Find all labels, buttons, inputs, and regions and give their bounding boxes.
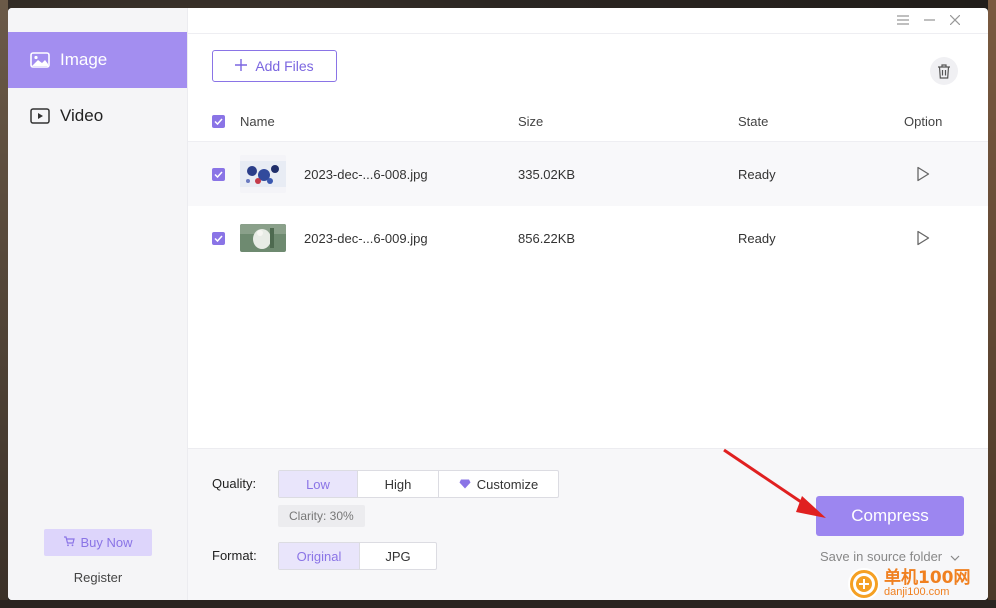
desktop-background-left — [0, 0, 8, 608]
app-window: Image Video Buy Now Register Add Files N… — [8, 8, 988, 600]
file-name: 2023-dec-...6-008.jpg — [304, 166, 428, 182]
image-thumbnail — [240, 155, 286, 193]
close-icon[interactable] — [946, 11, 964, 29]
select-all-checkbox[interactable] — [212, 115, 225, 128]
file-state: Ready — [738, 166, 776, 182]
cart-icon — [63, 535, 76, 550]
file-size: 856.22KB — [518, 230, 576, 246]
add-files-button[interactable]: Add Files — [212, 50, 337, 82]
quality-option-low[interactable]: Low — [279, 471, 358, 497]
file-state: Ready — [738, 230, 776, 246]
sidebar: Image Video Buy Now Register — [8, 8, 188, 600]
table-row[interactable]: 2023-dec-...6-009.jpg 856.22KB Ready — [188, 206, 988, 270]
file-name: 2023-dec-...6-009.jpg — [304, 230, 428, 246]
format-option-jpg[interactable]: JPG — [360, 543, 436, 569]
save-location-dropdown[interactable]: Save in source folder — [820, 549, 960, 564]
quality-option-high[interactable]: High — [358, 471, 439, 497]
sidebar-item-label: Image — [60, 50, 108, 69]
buy-now-label: Buy Now — [80, 535, 133, 550]
quality-option-customize[interactable]: Customize — [439, 471, 558, 497]
diamond-icon — [459, 477, 471, 492]
quality-selector: Low High Customize — [278, 470, 559, 498]
row-checkbox[interactable] — [212, 167, 225, 181]
desktop-background-right — [988, 0, 996, 608]
table-header: Name Size State Option — [188, 102, 988, 142]
buy-now-button[interactable]: Buy Now — [44, 529, 152, 556]
video-icon — [30, 108, 50, 124]
header-option: Option — [904, 114, 943, 129]
format-option-original[interactable]: Original — [279, 543, 360, 569]
row-checkbox[interactable] — [212, 231, 225, 245]
clarity-badge: Clarity: 30% — [278, 505, 365, 527]
image-icon — [30, 52, 50, 68]
sidebar-item-label: Video — [60, 106, 104, 125]
quality-label: Quality: — [212, 476, 257, 491]
table-row[interactable]: 2023-dec-...6-008.jpg 335.02KB Ready — [188, 142, 988, 206]
watermark-logo-icon — [848, 568, 880, 600]
image-thumbnail — [240, 224, 286, 252]
main-panel: Add Files Name Size State Option 2023-de… — [188, 8, 988, 600]
sidebar-item-video[interactable]: Video — [8, 88, 187, 144]
save-location-label: Save in source folder — [820, 549, 943, 564]
watermark: 单机100网 danji100.com — [848, 568, 971, 600]
sidebar-item-image[interactable]: Image — [8, 32, 187, 88]
header-size: Size — [518, 114, 544, 129]
title-bar — [188, 8, 988, 34]
play-icon[interactable] — [916, 142, 930, 206]
trash-icon[interactable] — [930, 57, 958, 85]
header-name: Name — [240, 114, 275, 129]
plus-icon — [235, 58, 248, 74]
register-link[interactable]: Register — [8, 570, 188, 585]
menu-icon[interactable] — [894, 11, 912, 29]
format-label: Format: — [212, 548, 257, 563]
file-size: 335.02KB — [518, 166, 576, 182]
chevron-down-icon — [950, 549, 960, 564]
add-files-label: Add Files — [255, 58, 314, 74]
compress-button[interactable]: Compress — [816, 496, 964, 536]
desktop-background-bottom — [0, 600, 996, 608]
minimize-icon[interactable] — [920, 11, 938, 29]
watermark-cn: 单机100网 — [884, 568, 971, 588]
header-state: State — [738, 114, 769, 129]
customize-label: Customize — [476, 476, 539, 492]
annotation-arrow-icon — [723, 448, 826, 518]
watermark-url: danji100.com — [884, 586, 950, 598]
format-selector: Original JPG — [278, 542, 437, 570]
play-icon[interactable] — [916, 206, 930, 270]
